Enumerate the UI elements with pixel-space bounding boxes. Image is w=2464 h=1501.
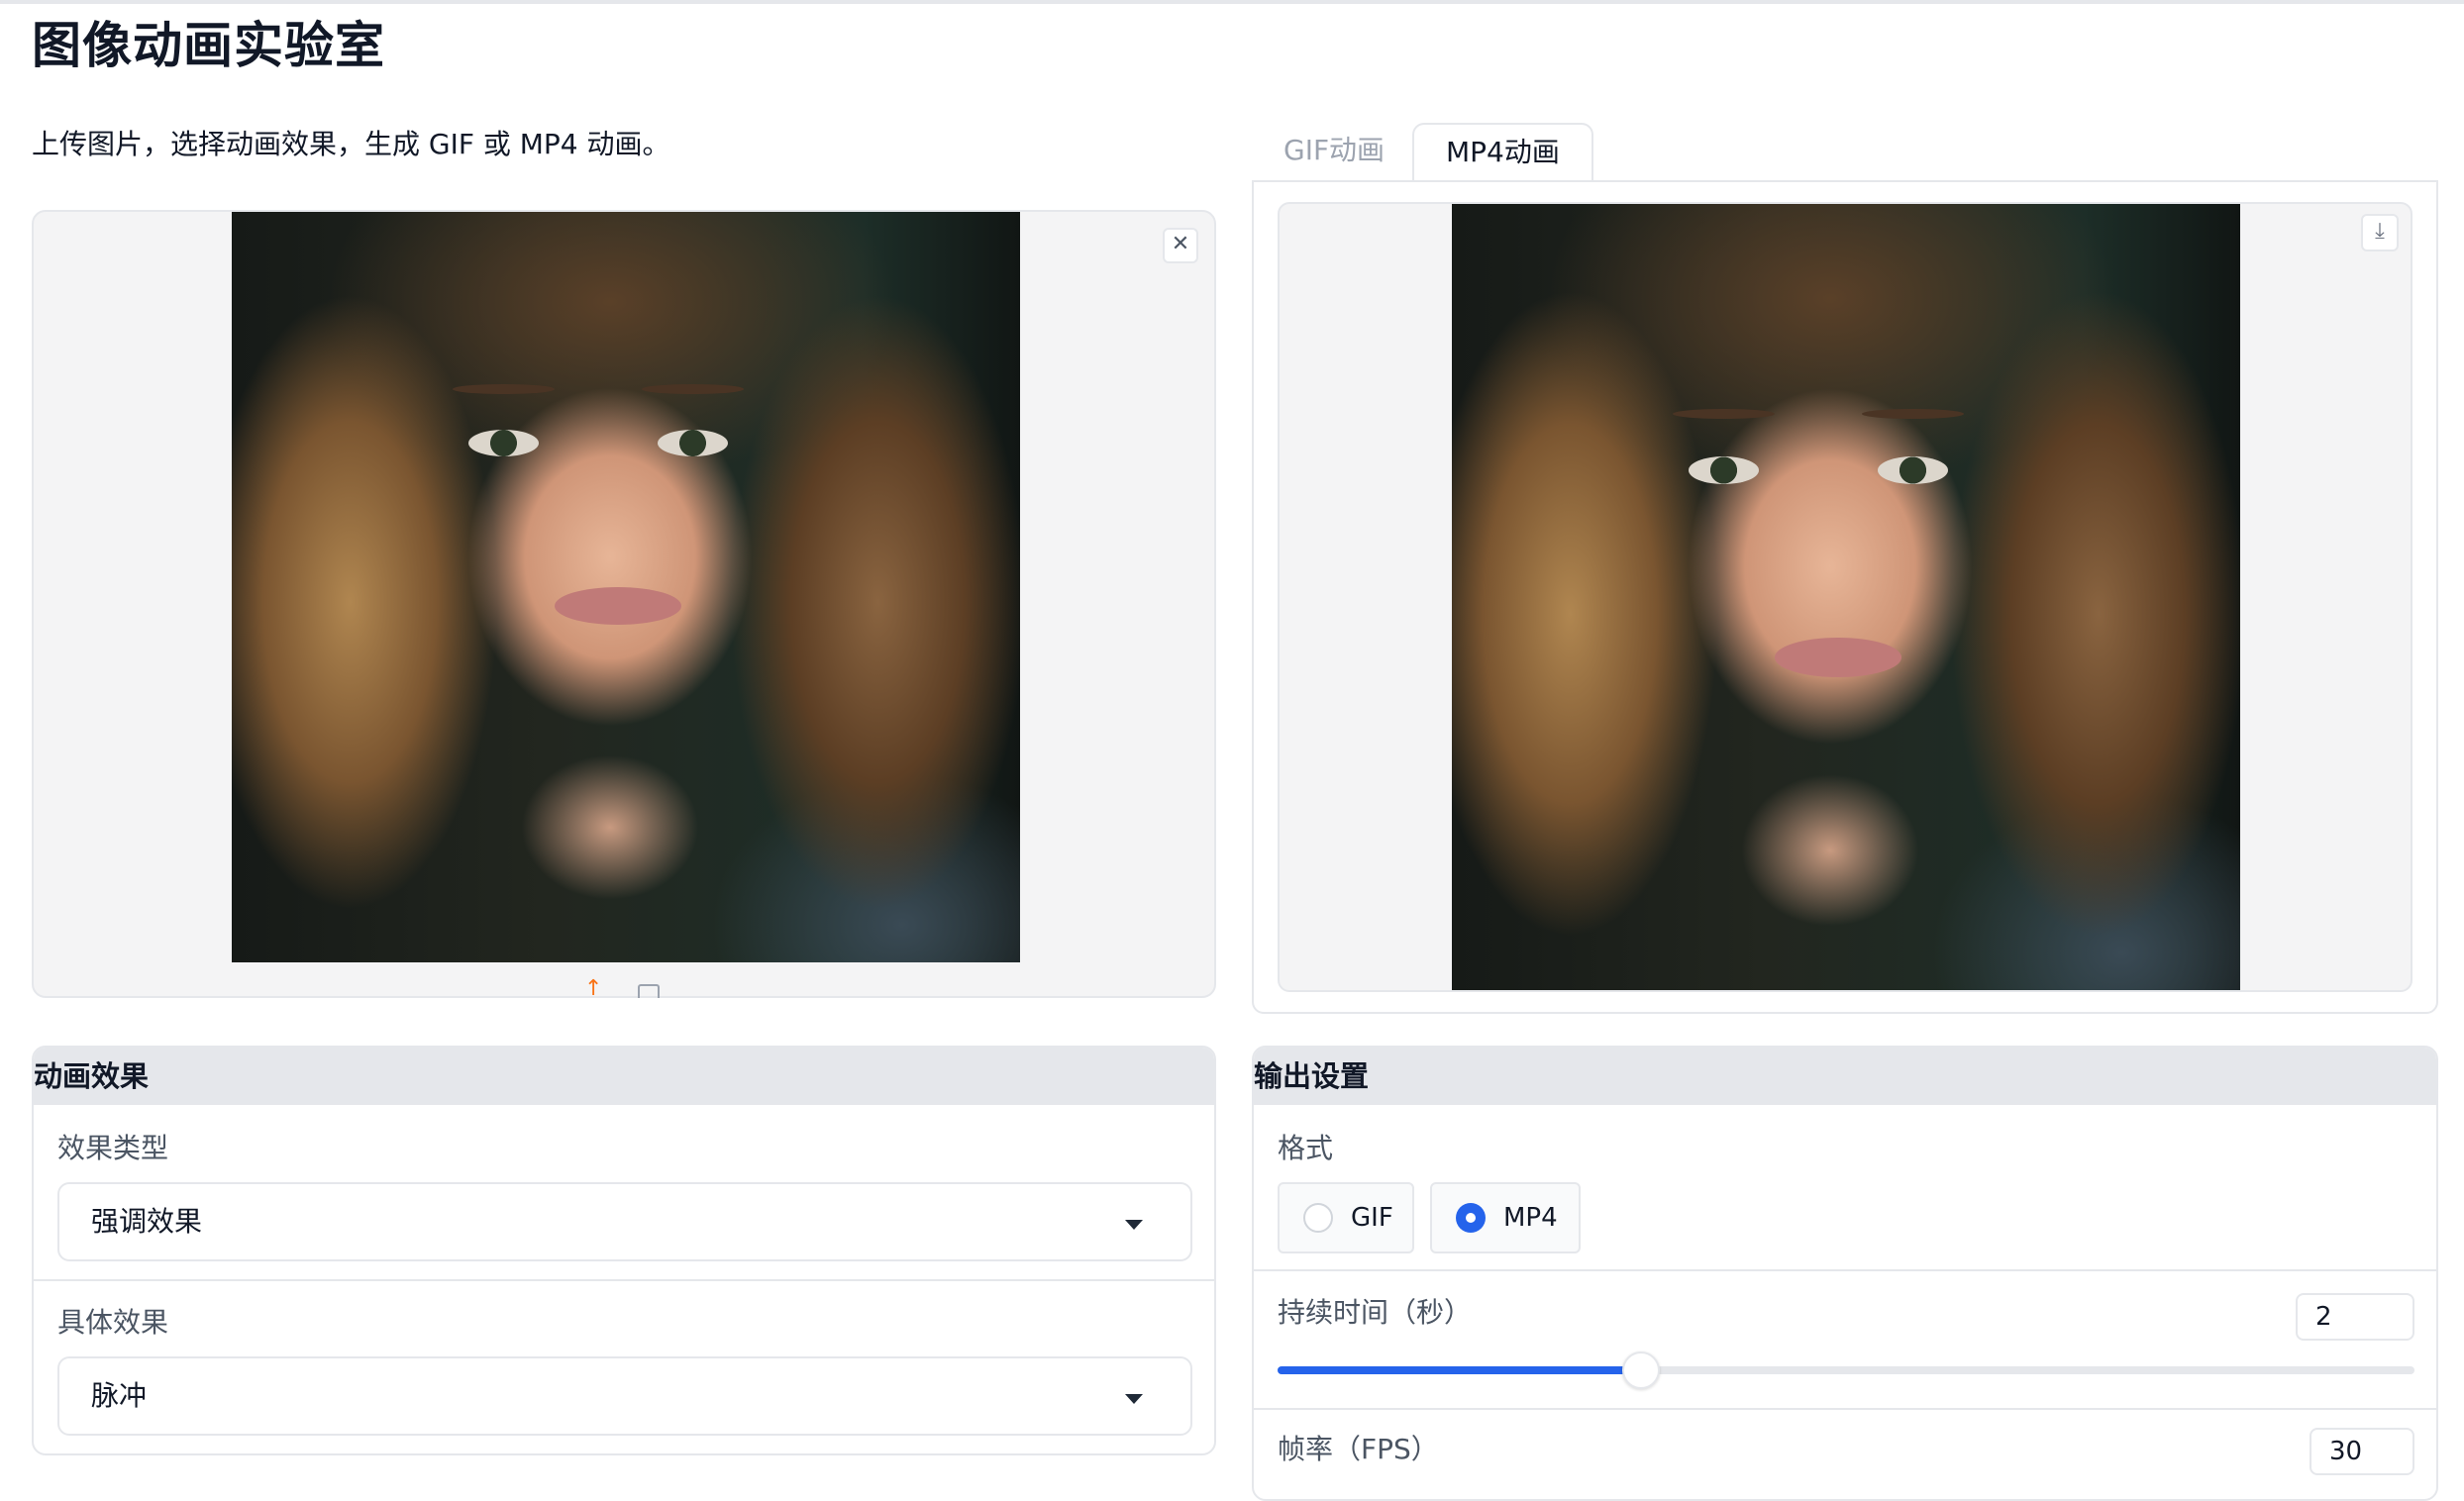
page-description: 上传图片，选择动画效果，生成 GIF 或 MP4 动画。 [32, 128, 670, 160]
animation-effects-group: 动画效果 效果类型 强调效果 具体效果 脉冲 [32, 1046, 1216, 1455]
divider [1254, 1269, 2436, 1271]
tab-gif-animation[interactable]: GIF动画 [1252, 123, 1416, 178]
tab-mp4-animation[interactable]: MP4动画 [1412, 123, 1593, 182]
format-option-mp4[interactable]: MP4 [1430, 1182, 1581, 1253]
radio-unchecked-icon [1303, 1203, 1333, 1233]
clipboard-icon[interactable] [638, 984, 660, 998]
fps-label: 帧率（FPS） [1278, 1433, 1439, 1465]
format-option-gif[interactable]: GIF [1278, 1182, 1414, 1253]
upload-icon[interactable]: ↑ [584, 978, 602, 1000]
output-settings-heading: 输出设置 [1254, 1048, 2436, 1105]
fps-number-input[interactable]: 30 [2310, 1428, 2414, 1475]
specific-effect-dropdown[interactable]: 脉冲 [57, 1356, 1192, 1436]
effect-type-label: 效果类型 [57, 1132, 169, 1164]
duration-number-input[interactable]: 2 [2296, 1293, 2414, 1341]
page-title: 图像动画实验室 [32, 17, 385, 74]
duration-slider-thumb[interactable] [1622, 1351, 1660, 1389]
effect-type-value: 强调效果 [91, 1205, 203, 1238]
format-option-mp4-label: MP4 [1503, 1203, 1558, 1233]
output-video [1452, 204, 2240, 990]
format-option-gif-label: GIF [1351, 1203, 1393, 1233]
top-border [0, 0, 2464, 4]
close-icon[interactable]: ✕ [1163, 228, 1198, 263]
chevron-down-icon [1125, 1394, 1143, 1404]
divider [1254, 1408, 2436, 1410]
input-image [232, 212, 1020, 962]
duration-label: 持续时间（秒） [1278, 1296, 1473, 1329]
output-settings-group: 输出设置 格式 GIF MP4 持续时间（秒） 2 帧率（FPS） 30 [1252, 1046, 2438, 1501]
duration-slider-fill [1278, 1366, 1641, 1374]
specific-effect-value: 脉冲 [91, 1379, 148, 1412]
divider [34, 1279, 1214, 1281]
effect-type-dropdown[interactable]: 强调效果 [57, 1182, 1192, 1261]
specific-effect-label: 具体效果 [57, 1306, 169, 1339]
input-image-panel[interactable] [32, 210, 1216, 998]
download-icon[interactable]: ⤓ [2361, 214, 2399, 251]
chevron-down-icon [1125, 1220, 1143, 1230]
output-video-panel[interactable] [1278, 202, 2413, 992]
animation-effects-heading: 动画效果 [34, 1048, 1214, 1105]
radio-checked-icon [1456, 1203, 1486, 1233]
format-label: 格式 [1278, 1132, 1334, 1164]
